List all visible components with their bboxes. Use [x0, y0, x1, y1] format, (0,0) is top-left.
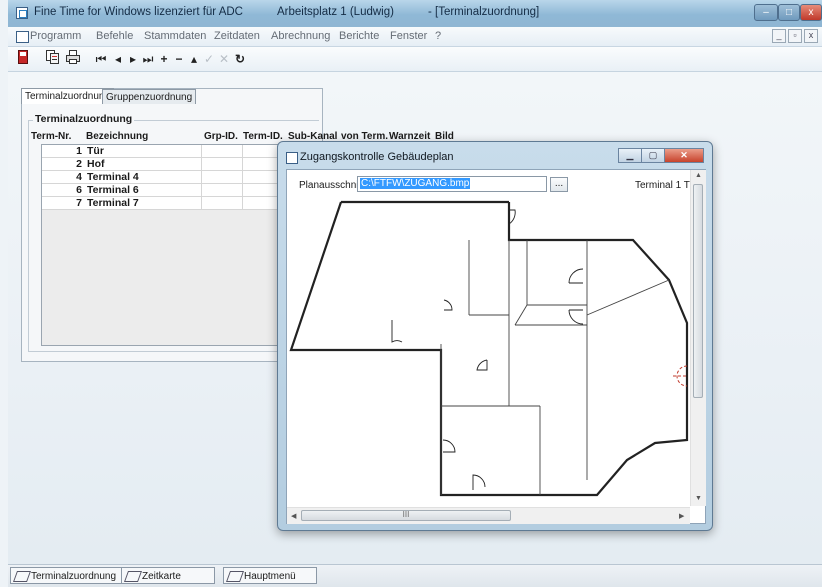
- taskbar-label: Terminalzuordnung: [31, 571, 117, 582]
- document-icon[interactable]: [16, 31, 29, 43]
- mdi-close-button[interactable]: x: [804, 29, 818, 43]
- vertical-scroll-thumb[interactable]: [693, 184, 703, 398]
- plan-path-value: C:\FTFW\ZUGANG.bmp: [360, 178, 471, 189]
- building-plan-dialog: Zugangskontrolle Gebäudeplan ▁ ▢ ✕ Planaus…: [277, 141, 713, 531]
- exit-icon[interactable]: [14, 50, 32, 68]
- scroll-down-icon[interactable]: ▼: [695, 495, 702, 502]
- cell-term-nr: 4: [76, 171, 82, 183]
- table-row[interactable]: 7 Terminal 7: [42, 197, 284, 210]
- title-document: - [Terminalzuordnung]: [427, 6, 540, 18]
- menu-fenster[interactable]: Fenster: [390, 30, 427, 42]
- taskbar-label: Zeitkarte: [142, 571, 181, 582]
- print-icon[interactable]: [64, 50, 82, 68]
- column-grp-id[interactable]: Grp-ID.: [204, 131, 238, 142]
- title-workstation: Arbeitsplatz 1 (Ludwig): [276, 6, 394, 18]
- close-button[interactable]: x: [800, 4, 822, 21]
- tab-gruppenzuordnung[interactable]: Gruppenzuordnung: [102, 89, 197, 104]
- window-icon: [12, 571, 32, 582]
- cell-bezeichnung: Terminal 7: [87, 197, 139, 209]
- taskbar-zeitkarte[interactable]: Zeitkarte: [121, 567, 215, 584]
- outer-walls: [289, 200, 689, 497]
- menubar: Programm Befehle Stammdaten Zeitdaten Ab…: [8, 27, 822, 47]
- title-app: Fine Time for Windows lizenziert für ADC: [34, 6, 243, 18]
- cell-bezeichnung: Terminal 6: [87, 184, 139, 196]
- horizontal-scrollbar[interactable]: ◀ III ▶: [287, 507, 690, 524]
- mdi-minimize-button[interactable]: _: [772, 29, 786, 43]
- cell-bezeichnung: Tür: [87, 145, 104, 157]
- window-title: Fine Time for Windows lizenziert für ADC…: [34, 6, 573, 18]
- main-titlebar[interactable]: Fine Time for Windows lizenziert für ADC…: [8, 0, 822, 28]
- scroll-right-icon[interactable]: ▶: [679, 512, 684, 520]
- column-bezeichnung[interactable]: Bezeichnung: [86, 131, 148, 142]
- minimize-button[interactable]: –: [754, 4, 778, 21]
- menu-abrechnung[interactable]: Abrechnung: [271, 30, 330, 42]
- dialog-window-controls: ▁ ▢ ✕: [618, 148, 704, 163]
- menu-help[interactable]: ?: [435, 30, 441, 42]
- menu-zeitdaten[interactable]: Zeitdaten: [214, 30, 260, 42]
- copy-icon[interactable]: [44, 50, 62, 68]
- scroll-left-icon[interactable]: ◀: [291, 512, 296, 520]
- taskbar-terminalzuordnung[interactable]: Terminalzuordnung: [10, 567, 122, 584]
- menu-stammdaten[interactable]: Stammdaten: [144, 30, 206, 42]
- toolbar: ⏮ ◂ ▸ ⏭ + − ▴ ✓ ✕ ↻: [8, 47, 822, 72]
- menu-befehle[interactable]: Befehle: [96, 30, 133, 42]
- mdi-controls: _ ▫ x: [770, 29, 818, 43]
- dialog-title: Zugangskontrolle Gebäudeplan: [300, 151, 454, 163]
- floor-plan[interactable]: [287, 190, 690, 506]
- maximize-button[interactable]: □: [778, 4, 800, 21]
- inner-walls: [440, 240, 670, 495]
- vertical-scrollbar[interactable]: ▲ ▼: [690, 170, 706, 506]
- window-icon: [225, 571, 245, 582]
- cell-term-nr: 2: [76, 158, 82, 170]
- first-record-icon[interactable]: ⏮: [92, 50, 110, 68]
- dialog-body: Planausschnitt C:\FTFW\ZUGANG.bmp ... Te…: [286, 169, 706, 524]
- tab-terminalzuordnung[interactable]: Terminalzuordnung: [21, 88, 115, 104]
- table-row[interactable]: 2 Hof: [42, 158, 284, 171]
- dialog-minimize-button[interactable]: ▁: [618, 148, 642, 163]
- mdi-restore-button[interactable]: ▫: [788, 29, 802, 43]
- dialog-app-icon[interactable]: [286, 152, 298, 164]
- column-term-id[interactable]: Term-ID.: [243, 131, 283, 142]
- taskbar-hauptmenue[interactable]: Hauptmenü: [223, 567, 317, 584]
- cell-term-nr: 1: [76, 145, 82, 157]
- menu-berichte[interactable]: Berichte: [339, 30, 379, 42]
- column-term-nr[interactable]: Term-Nr.: [31, 131, 71, 142]
- scroll-up-icon[interactable]: ▲: [695, 172, 702, 179]
- cell-bezeichnung: Terminal 4: [87, 171, 139, 183]
- dialog-maximize-button[interactable]: ▢: [641, 148, 665, 163]
- cell-bezeichnung: Hof: [87, 158, 105, 170]
- refresh-icon[interactable]: ↻: [231, 50, 249, 68]
- terminal-table: 1 Tür 2 Hof 4 Terminal 4 6 Terminal 6 7 …: [41, 144, 285, 346]
- door-marker-terminal: [673, 365, 688, 387]
- table-row[interactable]: 4 Terminal 4: [42, 171, 284, 184]
- table-row[interactable]: 6 Terminal 6: [42, 184, 284, 197]
- cell-term-nr: 6: [76, 184, 82, 196]
- group-title: Terminalzuordnung: [33, 113, 135, 125]
- window-icon: [123, 571, 143, 582]
- app-icon[interactable]: [16, 7, 28, 19]
- taskbar: Terminalzuordnung Zeitkarte Hauptmenü: [8, 564, 822, 587]
- dialog-close-button[interactable]: ✕: [664, 148, 704, 163]
- menu-programm[interactable]: Programm: [30, 30, 81, 42]
- taskbar-label: Hauptmenü: [244, 571, 296, 582]
- cell-term-nr: 7: [76, 197, 82, 209]
- table-row[interactable]: 1 Tür: [42, 145, 284, 158]
- horizontal-scroll-thumb[interactable]: III: [301, 510, 511, 521]
